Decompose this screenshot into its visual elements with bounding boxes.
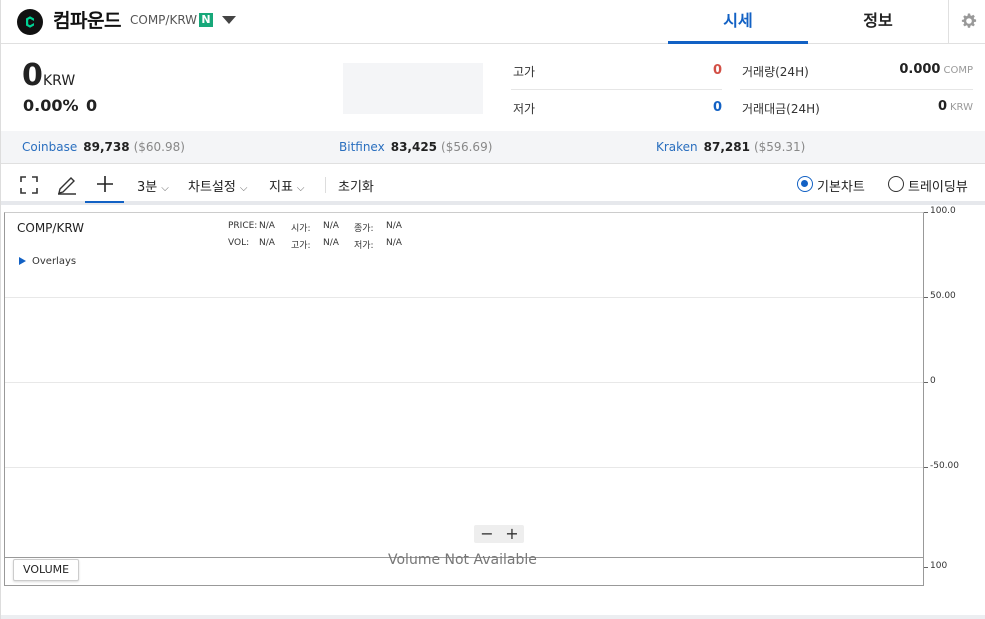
low-label: 저가: (354, 241, 374, 251)
price-label: PRICE: (228, 221, 258, 231)
high-value: 0 (712, 63, 722, 78)
high-label: 고가 (513, 65, 536, 79)
y-tick-label: 0 (930, 376, 936, 386)
tradingview-radio[interactable] (888, 176, 904, 192)
open-label: 시가: (291, 224, 311, 234)
high-label: 고가: (291, 241, 311, 251)
chevron-down-icon: ⌵ (239, 183, 248, 194)
low-label: 저가 (513, 102, 536, 116)
close-value: N/A (386, 221, 402, 231)
y-tick-mark (924, 297, 928, 298)
tab-market[interactable]: 시세 (668, 0, 808, 44)
interval-dropdown[interactable]: 3분 ⌵ (137, 176, 169, 195)
high-value: N/A (323, 238, 339, 248)
amount-value: 0 KRW (937, 99, 973, 114)
exchange-item-kraken[interactable]: Kraken 87,281 ($59.31) (656, 140, 805, 154)
exchange-item-coinbase[interactable]: Coinbase 89,738 ($60.98) (22, 140, 185, 154)
legend-row-volume: VOL: N/A 고가: N/A 저가: N/A (228, 238, 428, 251)
gear-icon (961, 13, 977, 28)
chevron-down-icon: ⌵ (296, 183, 305, 194)
volume-unit: COMP (943, 65, 973, 76)
current-price: 0 (22, 58, 43, 93)
y-axis: 100.0 50.00 0 -50.00 100 (924, 205, 985, 587)
y-tick-label: 100 (930, 561, 948, 571)
exchange-item-bitfinex[interactable]: Bitfinex 83,425 ($56.69) (339, 140, 492, 154)
legend-row-price: PRICE: N/A 시가: N/A 종가: N/A (228, 221, 428, 234)
coin-name: 컴파운드 (53, 10, 121, 32)
overlays-toggle[interactable]: Overlays (19, 256, 76, 267)
basic-chart-label[interactable]: 기본차트 (817, 176, 865, 195)
change-rate: 0.00% (23, 96, 79, 115)
price-chart[interactable]: COMP/KRW PRICE: N/A 시가: N/A 종가: N/A VOL:… (4, 212, 924, 586)
y-tick-label: 50.00 (930, 291, 956, 301)
header: 컴파운드 COMP/KRW N 시세 정보 (1, 0, 985, 44)
close-label: 종가: (354, 224, 374, 234)
coin-pair: COMP/KRW (130, 13, 198, 27)
y-tick-label: -50.00 (930, 461, 960, 471)
y-tick-mark (924, 567, 928, 568)
chart-toolbar: 3분 ⌵ 차트설정 ⌵ 지표 ⌵ 초기화 기본차트 트레이딩뷰 (1, 165, 985, 205)
crosshair-tool[interactable] (85, 165, 124, 203)
open-value: N/A (323, 221, 339, 231)
crosshair-icon (97, 176, 113, 192)
y-tick-label: 100.0 (930, 206, 956, 216)
tab-info[interactable]: 정보 (808, 0, 948, 44)
amount-unit: KRW (950, 102, 973, 113)
low-value: N/A (386, 238, 402, 248)
new-badge: N (199, 13, 213, 27)
zoom-out-button[interactable]: − (475, 525, 499, 543)
price-unit: KRW (43, 73, 76, 89)
compound-logo-icon (17, 9, 43, 35)
volume-button[interactable]: VOLUME (13, 559, 80, 581)
gridline (5, 382, 923, 383)
app-root: 컴파운드 COMP/KRW N 시세 정보 0 KRW 0.00% 0 고가 0… (0, 0, 985, 619)
volume-not-available: Volume Not Available (388, 552, 537, 568)
change-price: 0 (86, 96, 98, 115)
divider (740, 89, 973, 90)
gridline (5, 467, 923, 468)
zoom-control: − + (474, 525, 524, 543)
basic-chart-radio[interactable] (797, 176, 813, 192)
zoom-in-button[interactable]: + (500, 525, 524, 543)
exchange-price-bar: Coinbase 89,738 ($60.98) Bitfinex 83,425 ($5… (1, 131, 985, 164)
reset-button[interactable]: 초기화 (338, 176, 374, 195)
chevron-down-icon: ⌵ (161, 183, 169, 194)
triangle-right-icon (19, 257, 26, 265)
amount-label: 거래대금(24H) (742, 102, 820, 116)
tradingview-label[interactable]: 트레이딩뷰 (908, 176, 968, 195)
chart-settings-dropdown[interactable]: 차트설정 ⌵ (188, 176, 247, 195)
bottom-divider (1, 615, 985, 619)
vol-label: VOL: (228, 238, 250, 248)
indicators-dropdown[interactable]: 지표 ⌵ (269, 176, 305, 195)
fullscreen-icon[interactable] (17, 173, 41, 197)
y-tick-mark (924, 382, 928, 383)
price-value: N/A (259, 221, 275, 231)
coin-select-dropdown-icon[interactable] (222, 16, 236, 24)
toolbar-divider (325, 177, 326, 193)
mini-chart (343, 63, 483, 114)
chart-pair-label: COMP/KRW (17, 221, 85, 235)
divider (511, 89, 722, 90)
vol-value: N/A (259, 238, 275, 248)
gridline (5, 297, 923, 298)
y-tick-mark (924, 467, 928, 468)
y-tick-mark (924, 212, 928, 213)
low-value: 0 (712, 100, 722, 115)
volume-label: 거래량(24H) (742, 65, 809, 79)
settings-button[interactable] (948, 0, 985, 44)
pencil-icon[interactable] (55, 173, 79, 197)
volume-value: 0.000 COMP (899, 62, 973, 77)
